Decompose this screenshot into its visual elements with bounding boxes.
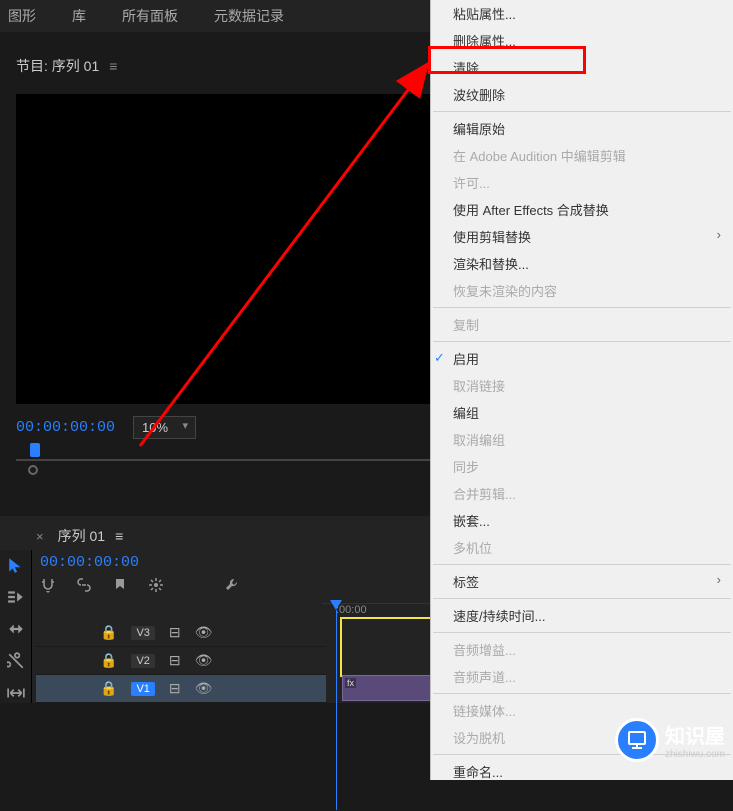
track-label[interactable]: V1 [131, 682, 154, 696]
lock-icon[interactable]: 🔒 [100, 624, 117, 641]
panel-menu-icon[interactable]: ≡ [109, 58, 117, 74]
menu-item-同步: 同步 [431, 453, 733, 480]
menu-separator [433, 307, 731, 308]
menu-separator [433, 111, 731, 112]
menu-item-编辑原始[interactable]: 编辑原始 [431, 115, 733, 142]
menu-item-使用AfterEffects合成替换[interactable]: 使用 After Effects 合成替换 [431, 196, 733, 223]
check-icon: ✓ [434, 350, 445, 366]
menu-item-复制: 复制 [431, 311, 733, 338]
sync-lock-icon[interactable]: ⊟ [169, 652, 181, 669]
menu-item-速度持续时间[interactable]: 速度/持续时间... [431, 602, 733, 629]
menu-item-编组[interactable]: 编组 [431, 399, 733, 426]
wrench-icon[interactable] [224, 577, 240, 597]
menu-separator [433, 341, 731, 342]
menu-metadata[interactable]: 元数据记录 [214, 6, 284, 26]
program-panel-title: 节目: 序列 01 [16, 56, 99, 76]
menu-library[interactable]: 库 [72, 6, 86, 26]
watermark-brand: 知识屋 [665, 720, 725, 749]
timeline-clip[interactable]: fx [342, 675, 432, 701]
slider-circle-icon [28, 465, 38, 475]
ripple-tool-icon[interactable] [7, 620, 25, 638]
menu-separator [433, 632, 731, 633]
track-label[interactable]: V2 [131, 654, 154, 668]
menu-item-启用[interactable]: 启用✓ [431, 345, 733, 372]
menu-item-使用剪辑替换[interactable]: 使用剪辑替换 [431, 223, 733, 250]
watermark-url: zhishiwu.com [665, 749, 725, 760]
clip-fx-badge: fx [345, 678, 356, 688]
lock-icon[interactable]: 🔒 [100, 652, 117, 669]
settings-icon[interactable] [148, 577, 164, 597]
menu-item-取消链接: 取消链接 [431, 372, 733, 399]
menu-item-许可: 许可... [431, 169, 733, 196]
slip-tool-icon[interactable] [7, 684, 25, 702]
lock-icon[interactable]: 🔒 [100, 680, 117, 697]
slider-thumb[interactable] [30, 443, 40, 457]
menu-item-合并剪辑: 合并剪辑... [431, 480, 733, 507]
menu-item-在AdobeAudition中编辑剪辑: 在 Adobe Audition 中编辑剪辑 [431, 142, 733, 169]
track-select-tool-icon[interactable] [7, 588, 25, 606]
close-tab-icon[interactable]: × [36, 529, 44, 544]
menu-separator [433, 693, 731, 694]
menu-item-音频声道: 音频声道... [431, 663, 733, 690]
watermark: 知识屋 zhishiwu.com [615, 718, 725, 762]
menu-separator [433, 564, 731, 565]
eye-icon[interactable]: 👁 [195, 680, 213, 697]
menu-item-音频增益: 音频增益... [431, 636, 733, 663]
menu-item-波纹删除[interactable]: 波纹删除 [431, 81, 733, 108]
menu-item-多机位: 多机位 [431, 534, 733, 561]
menu-item-恢复未渲染的内容: 恢复未渲染的内容 [431, 277, 733, 304]
menu-all-panels[interactable]: 所有面板 [122, 6, 178, 26]
tab-menu-icon[interactable]: ≡ [115, 528, 123, 544]
sequence-tab-title[interactable]: 序列 01 [58, 526, 105, 546]
menu-separator [433, 598, 731, 599]
snap-icon[interactable] [40, 577, 56, 597]
menu-item-渲染和替换[interactable]: 渲染和替换... [431, 250, 733, 277]
link-icon[interactable] [76, 577, 92, 597]
eye-icon[interactable]: 👁 [195, 624, 213, 641]
track-header-V3[interactable]: 🔒 V3 ⊟ 👁 [36, 619, 326, 647]
selection-tool-icon[interactable] [7, 556, 25, 574]
sync-lock-icon[interactable]: ⊟ [169, 680, 181, 697]
menu-item-嵌套[interactable]: 嵌套... [431, 507, 733, 534]
program-timecode[interactable]: 00:00:00:00 [16, 419, 115, 436]
clip-selection-outline [340, 617, 434, 677]
track-label[interactable]: V3 [131, 626, 154, 640]
zoom-select[interactable]: 10% [133, 416, 196, 439]
marker-add-icon[interactable] [112, 577, 128, 597]
context-menu: 粘贴属性...删除属性...清除波纹删除编辑原始在 Adobe Audition… [430, 0, 733, 780]
menu-item-粘贴属性[interactable]: 粘贴属性... [431, 0, 733, 27]
menu-item-取消编组: 取消编组 [431, 426, 733, 453]
sync-lock-icon[interactable]: ⊟ [169, 624, 181, 641]
menu-item-清除[interactable]: 清除 [431, 54, 733, 81]
razor-tool-icon[interactable] [7, 652, 25, 670]
menu-item-标签[interactable]: 标签 [431, 568, 733, 595]
menu-item-删除属性[interactable]: 删除属性... [431, 27, 733, 54]
track-header-V2[interactable]: 🔒 V2 ⊟ 👁 [36, 647, 326, 675]
watermark-logo-icon [615, 718, 659, 762]
eye-icon[interactable]: 👁 [195, 652, 213, 669]
track-header-V1[interactable]: 🔒 V1 ⊟ 👁 [36, 675, 326, 703]
menu-graphics[interactable]: 图形 [8, 6, 36, 26]
